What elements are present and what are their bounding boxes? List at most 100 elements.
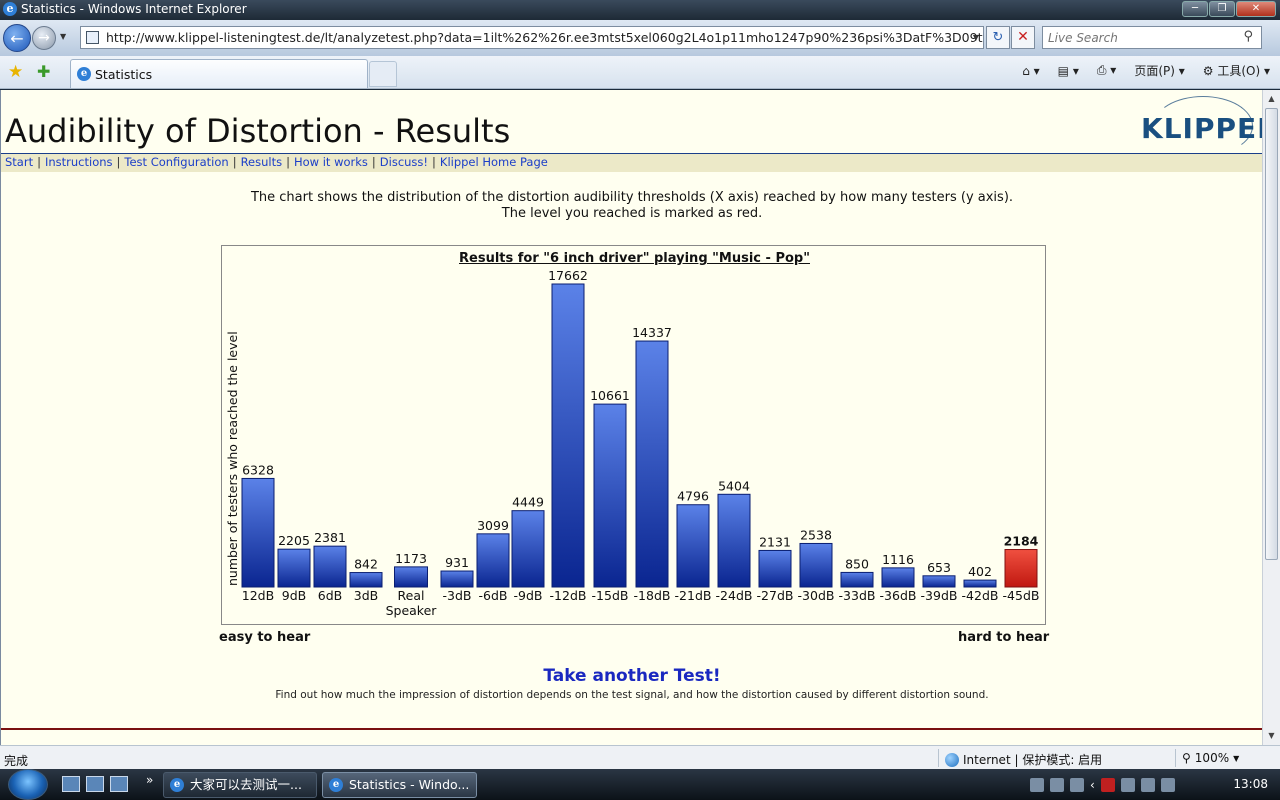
close-button[interactable]: ✕ [1236,1,1276,17]
tab-statistics[interactable]: e Statistics [70,59,368,88]
x-tick-label: -21dB [675,588,712,603]
tray-keyboard-icon[interactable] [1030,778,1044,792]
show-desktop-icon[interactable] [62,776,80,792]
page-menu[interactable]: 页面(P) ▾ [1134,62,1184,79]
tray-app-icon[interactable] [1120,778,1135,792]
new-tab-button[interactable] [369,61,397,87]
x-tick-label: -36dB [880,588,917,603]
search-input[interactable] [1043,27,1233,49]
zoom-control[interactable]: ⚲ 100% ▼ [1182,751,1239,765]
add-favorites-icon[interactable]: ✚ [37,62,50,81]
status-separator [938,749,939,767]
nav-klippel-home[interactable]: Klippel Home Page [440,155,548,169]
nav-start[interactable]: Start [5,155,33,169]
history-dropdown-icon[interactable]: ▼ [60,32,66,41]
bar--3db [440,570,474,588]
tray-help-icon[interactable] [1050,778,1064,792]
bar--24db [717,493,751,588]
start-button[interactable] [8,769,48,800]
back-button[interactable]: ← [3,24,31,52]
tab-bar: ★ ✚ e Statistics ⌂ ▾ ▤ ▾ ⎙ ▾ 页面(P) ▾ ⚙ 工… [0,56,1280,89]
nav-how-it-works[interactable]: How it works [294,155,368,169]
tools-menu[interactable]: ⚙ 工具(O) ▾ [1203,62,1270,79]
nav-discuss[interactable]: Discuss! [380,155,428,169]
tray-expand-icon[interactable]: ‹ [1090,778,1095,792]
quick-launch [62,776,128,792]
refresh-button[interactable]: ↻ [986,26,1010,49]
x-tick-label: -33dB [839,588,876,603]
nav-test-configuration[interactable]: Test Configuration [124,155,228,169]
ie-task-icon: e [170,778,184,792]
taskbar-item-2[interactable]: e Statistics - Windo... [322,772,477,798]
status-bar: 完成 Internet | 保护模式: 启用 ⚲ 100% ▼ [0,745,1280,769]
forward-button[interactable]: → [32,26,56,50]
stop-button[interactable]: ✕ [1011,26,1035,49]
search-box[interactable]: ⚲ [1042,26,1262,49]
globe-icon [945,752,959,767]
bar--12db [551,283,585,588]
taskbar-item-1[interactable]: e 大家可以去测试一... [163,772,317,798]
tray-display-icon[interactable] [1140,778,1155,792]
scroll-thumb[interactable] [1265,108,1278,560]
address-bar[interactable]: http://www.klippel-listeningtest.de/lt/a… [80,26,984,49]
take-another-test-link[interactable]: Take another Test! [1,666,1262,686]
x-tick-label: 9dB [282,588,306,603]
ie-icon: e [3,2,17,16]
taskbar-item-label: Statistics - Windo... [349,777,470,792]
minimize-button[interactable]: ─ [1182,1,1208,17]
bar-value-label: 17662 [548,268,588,283]
web-page: Audibility of Distortion - Results KLIPP… [0,90,1262,745]
quick-launch-more-icon[interactable]: » [146,773,153,787]
zone-text: Internet | 保护模式: 启用 [963,753,1103,767]
maximize-button[interactable]: ❐ [1209,1,1235,17]
favorites-star-icon[interactable]: ★ [8,62,23,82]
footer-divider [1,728,1262,730]
address-url[interactable]: http://www.klippel-listeningtest.de/lt/a… [106,30,983,45]
feeds-icon[interactable]: ▤ ▾ [1058,64,1079,78]
intro-line-2: The level you reached is marked as red. [501,206,763,221]
scroll-down-icon[interactable]: ▼ [1265,729,1278,743]
intro-line-1: The chart shows the distribution of the … [250,190,1014,205]
vertical-scrollbar[interactable]: ▲ ▼ [1262,90,1280,745]
x-tick-label: Speaker [386,603,438,618]
bar-value-label: 10661 [590,388,630,403]
tray-volume-icon[interactable] [1160,778,1175,792]
quick-launch-icon[interactable] [110,776,128,792]
bar-3db [349,572,383,588]
bar--39db [922,575,956,588]
switch-windows-icon[interactable] [86,776,104,792]
zoom-level: 100% [1194,751,1230,765]
tray-antivirus-icon[interactable] [1100,778,1115,792]
title-bar: e Statistics - Windows Internet Explorer… [0,0,1280,20]
bar-value-label: 5404 [718,478,750,493]
nav-instructions[interactable]: Instructions [45,155,113,169]
x-tick-label: -42dB [962,588,999,603]
bar--27db [758,549,792,588]
scroll-up-icon[interactable]: ▲ [1265,92,1278,106]
taskbar: » e 大家可以去测试一... e Statistics - Windo... … [0,769,1280,800]
home-icon[interactable]: ⌂ ▾ [1022,64,1039,78]
clock[interactable]: 13:08 [1233,777,1268,791]
nav-separator: | [371,155,376,169]
bar-value-label: 931 [445,555,469,570]
bar--6db [476,533,510,588]
bar--30db [799,542,833,588]
site-nav: Start | Instructions | Test Configuration | Re… [1,154,1262,172]
tray-network-icon[interactable] [1070,778,1084,792]
search-icon[interactable]: ⚲ [1243,29,1253,44]
x-tick-label: -12dB [550,588,587,603]
bar--21db [676,504,710,588]
zoom-dropdown-icon[interactable]: ▼ [1233,754,1239,763]
address-dropdown-icon[interactable]: ▼ [973,27,979,48]
window-title: Statistics - Windows Internet Explorer [21,2,247,16]
bar--33db [840,571,874,588]
nav-results[interactable]: Results [241,155,283,169]
print-icon[interactable]: ⎙ ▾ [1097,63,1116,78]
zoom-icon: ⚲ [1182,751,1191,765]
klippel-logo[interactable]: KLIPPEL [1141,96,1262,156]
bar-value-label: 842 [354,557,378,572]
bar-value-label: 2538 [800,527,832,542]
bar--9db [511,510,545,588]
x-tick-label: -18dB [634,588,671,603]
security-zone[interactable]: Internet | 保护模式: 启用 [945,751,1102,768]
